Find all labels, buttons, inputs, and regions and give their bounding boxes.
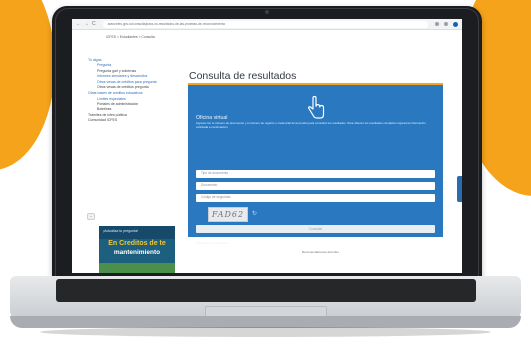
results-panel: Oficina virtual Ingresa con tu número de… <box>188 85 443 237</box>
keyboard <box>56 279 476 302</box>
security-code-field[interactable]: Código de seguridad <box>196 194 435 202</box>
extension-icon[interactable] <box>444 22 448 26</box>
accessibility-tab[interactable] <box>457 176 462 202</box>
forward-icon[interactable]: → <box>84 21 89 27</box>
profile-avatar[interactable] <box>453 21 458 27</box>
panel-instructions: Ingresa con tu número de documento y el … <box>196 121 426 129</box>
breadcrumb[interactable]: ICFES > Estudiantes > Consulta <box>106 35 155 39</box>
refresh-icon[interactable]: ↻ <box>252 211 260 218</box>
collapse-button[interactable]: − <box>87 213 95 220</box>
browser-toolbar: ← → C aranceles.gov.co/consulta/para-os-… <box>72 19 462 30</box>
web-page: ICFES > Estudiantes > Consulta Tu algoa … <box>72 30 462 273</box>
laptop-shadow <box>40 327 491 337</box>
recommendations-link[interactable]: Recomendaciones del Icfes <box>302 250 339 254</box>
banner-small-text: ¡Actualiza tu pregunta! <box>103 229 139 233</box>
laptop-screen: ← → C aranceles.gov.co/consulta/para-os-… <box>72 19 462 273</box>
promo-banner[interactable]: ¡Actualiza tu pregunta! En Creditos de t… <box>99 226 175 273</box>
terms-link[interactable]: Términos y condiciones <box>196 241 228 245</box>
pointing-hand-icon <box>307 95 325 119</box>
sidebar-nav: Tu algoa Pregunta Pregunta gari y sobern… <box>86 58 174 124</box>
webcam <box>265 10 269 14</box>
captcha-image: FAD62 <box>208 207 248 222</box>
reload-icon[interactable]: C <box>92 21 96 27</box>
document-type-field[interactable]: Tipo de documento <box>196 170 435 178</box>
star-icon[interactable] <box>435 22 439 26</box>
back-icon[interactable]: ← <box>76 21 81 27</box>
banner-photo <box>99 263 175 273</box>
address-bar[interactable]: aranceles.gov.co/consulta/para-os-result… <box>102 20 428 28</box>
sidebar-item[interactable]: Otros vesas de créditos pregunta <box>86 85 174 90</box>
banner-headline: En Creditos de te <box>108 240 166 247</box>
sidebar-item[interactable]: Comunidad ICFES <box>86 118 174 123</box>
sidebar-item[interactable]: Informes simulares y desarrollos <box>86 74 174 79</box>
submit-button[interactable]: Consultar <box>196 225 435 233</box>
sidebar-item[interactable]: Otros vesas de créditos para pregunta <box>86 80 174 85</box>
document-field[interactable]: Documento <box>196 182 435 190</box>
photo-stage: ← → C aranceles.gov.co/consulta/para-os-… <box>0 0 531 348</box>
page-title: Consulta de resultados <box>189 70 297 82</box>
banner-headline-2: mantenimiento <box>113 249 161 256</box>
orange-blob-left <box>0 0 55 170</box>
browser-actions <box>435 21 458 27</box>
sidebar-item[interactable]: Otras bases de créditos educativos <box>86 91 174 96</box>
